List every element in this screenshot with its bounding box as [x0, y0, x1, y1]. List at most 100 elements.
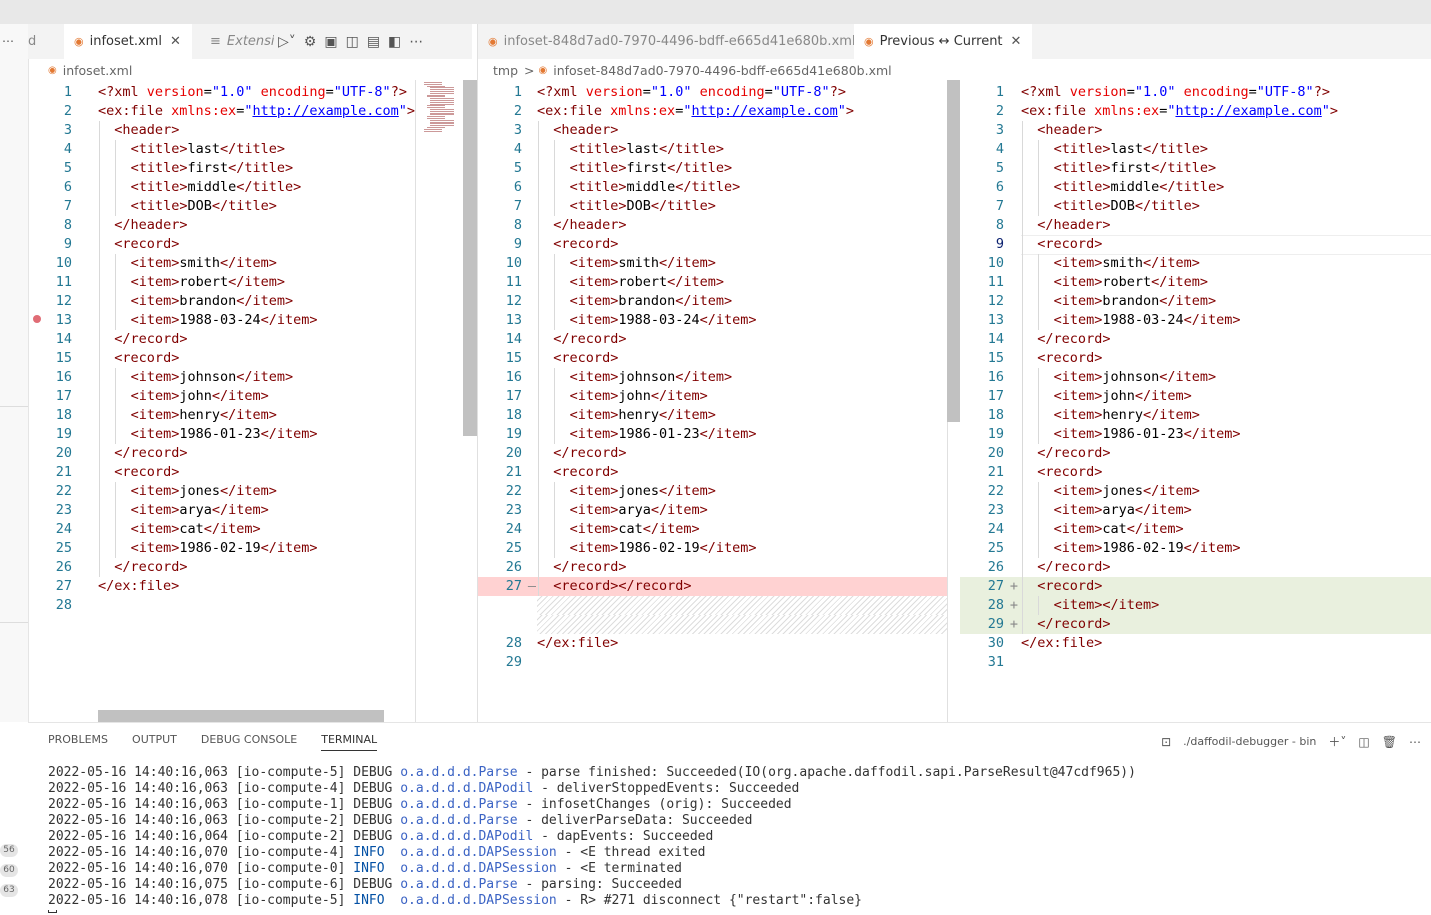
code-line: <item>1986-01-23</item> — [131, 425, 318, 444]
tab-label: Previous ↔ Current — [879, 34, 1003, 49]
code-line: </header> — [114, 216, 187, 235]
log-timestamp: 2022-05-16 14:40:16,063 — [48, 765, 236, 780]
indent-guide — [1038, 254, 1040, 273]
close-tag: </record> — [1037, 445, 1111, 461]
count-badge: 63 — [0, 884, 18, 897]
indent-guide — [538, 463, 539, 482]
line-number: 15 — [55, 350, 72, 366]
indent-guide — [1022, 406, 1023, 425]
code-line: <?xml version="1.0" encoding="UTF-8"?> — [1021, 83, 1330, 102]
minimap[interactable] — [424, 82, 460, 134]
open-tag: <record> — [553, 236, 619, 252]
add-terminal-icon[interactable]: ＋˅ — [1328, 733, 1346, 750]
close-tag: </title> — [1151, 160, 1217, 176]
breadcrumb-file[interactable]: infoset.xml — [63, 63, 133, 78]
indent-guide — [99, 121, 100, 140]
attr-name: version — [146, 84, 204, 100]
indent-guide — [99, 368, 100, 387]
panel-tab[interactable]: PROBLEMS — [48, 733, 108, 751]
panel-tab[interactable]: TERMINAL — [321, 733, 378, 751]
log-thread: [io-compute-0] — [235, 861, 354, 876]
line-number: 1 — [995, 84, 1004, 100]
indent-guide — [99, 197, 100, 216]
line-number: 23 — [987, 502, 1004, 518]
log-message: - <E terminated — [556, 861, 682, 876]
compare-icon[interactable]: ◫ — [346, 34, 359, 50]
close-icon[interactable]: ✕ — [170, 34, 181, 49]
indent-guide — [99, 311, 100, 330]
split-editor-icon[interactable]: ◧ — [388, 34, 401, 50]
panel-tab[interactable]: OUTPUT — [132, 733, 177, 751]
preview-icon[interactable]: ▤ — [367, 34, 380, 50]
line-number: 12 — [55, 293, 72, 309]
namespace-link[interactable]: http://example.com — [1175, 103, 1321, 119]
element-text: henry — [618, 407, 660, 423]
line-number: 18 — [505, 407, 522, 423]
split-terminal-icon[interactable]: ◫ — [1358, 735, 1369, 749]
close-icon[interactable]: ✕ — [1011, 34, 1022, 49]
breadcrumb-file[interactable]: infoset-848d7ad0-7970-4496-bdff-e665d41e… — [553, 63, 891, 78]
title-strip — [0, 0, 1431, 24]
terminal-output[interactable]: 2022-05-16 14:40:16,063 [io-compute-5] D… — [48, 765, 1136, 913]
tab-infoset[interactable]: ◉ infoset.xml ✕ — [64, 24, 192, 59]
breadcrumb: ◉ infoset.xml — [44, 60, 132, 80]
element-text: jones — [618, 483, 660, 499]
namespace-link[interactable]: http://example.com — [691, 103, 837, 119]
token: > — [406, 103, 415, 119]
tab-diff-file[interactable]: ◉ infoset-848d7ad0-7970-4496-bdff-e665d4… — [478, 24, 856, 59]
trash-icon[interactable]: 🗑 — [1382, 735, 1397, 749]
diff-editor-previous[interactable]: 1 <?xml version="1.0" encoding="UTF-8"?> 2… — [478, 80, 947, 710]
run-icon[interactable]: ▷˅ — [278, 34, 296, 50]
line-number: 9 — [995, 236, 1004, 252]
attr-name: xmlns:ex — [171, 103, 237, 119]
vertical-scrollbar[interactable] — [463, 80, 477, 436]
diff-overview-scrollbar[interactable] — [947, 80, 960, 422]
indent-guide — [115, 178, 117, 197]
breadcrumb-folder[interactable]: tmp — [493, 63, 518, 78]
line-number: 14 — [505, 331, 522, 347]
attr-value: "UTF-8" — [333, 84, 391, 100]
code-line: <item></item> — [1054, 596, 1160, 615]
code-line: <item>cat</item> — [1054, 520, 1184, 539]
panel-tab[interactable]: DEBUG CONSOLE — [201, 733, 297, 751]
added-line-highlight — [960, 596, 1431, 615]
log-timestamp: 2022-05-16 14:40:16,070 — [48, 861, 236, 876]
token: " — [1321, 103, 1330, 119]
activity-bar: ⋯ — [0, 24, 29, 722]
line-number: 1 — [513, 84, 522, 100]
line-number: 3 — [995, 122, 1004, 138]
open-changes-icon[interactable]: ▣ — [324, 34, 337, 50]
indent-guide — [538, 577, 539, 596]
close-tag: </title> — [1159, 179, 1225, 195]
breadcrumb-separator: > — [524, 62, 535, 78]
tab-compare[interactable]: ◉ Previous ↔ Current ✕ — [854, 24, 1032, 59]
code-line: <title>last</title> — [570, 140, 724, 159]
log-thread: [io-compute-6] — [235, 877, 354, 892]
close-tag: </ex:file> — [537, 635, 619, 651]
namespace-link[interactable]: http://example.com — [252, 103, 398, 119]
log-level: DEBUG — [353, 813, 401, 828]
code-line: <item>johnson</item> — [570, 368, 733, 387]
line-number: 4 — [995, 141, 1004, 157]
log-message: - <E thread exited — [556, 845, 706, 860]
line-number: 28 — [55, 597, 72, 613]
terminal-name[interactable]: ./daffodil-debugger - bin — [1183, 735, 1316, 748]
added-line-highlight — [960, 615, 1431, 634]
diff-editor-current[interactable]: 1 <?xml version="1.0" encoding="UTF-8"?> 2… — [960, 80, 1431, 710]
more-icon[interactable]: ⋯ — [1409, 735, 1421, 749]
gear-icon[interactable]: ⚙ — [304, 34, 317, 50]
tab-extension[interactable]: ≡ Extensio — [200, 24, 274, 59]
open-tag: <item> — [130, 255, 180, 271]
tab-partial[interactable]: d — [28, 24, 64, 59]
horizontal-scrollbar[interactable] — [98, 710, 384, 722]
attr-value: "UTF-8" — [772, 84, 830, 100]
element-text: johnson — [1102, 369, 1160, 385]
indent-guide — [1022, 159, 1023, 178]
log-thread: [io-compute-2] — [235, 829, 354, 844]
close-tag: </item> — [260, 540, 318, 556]
bottom-panel: PROBLEMS OUTPUT DEBUG CONSOLE TERMINAL ⊡ ./… — [28, 722, 1431, 915]
more-actions-icon[interactable]: ⋯ — [409, 34, 423, 50]
more-icon[interactable]: ⋯ — [2, 34, 14, 48]
element-text: last — [187, 141, 221, 157]
editor-infoset[interactable]: 1 <?xml version="1.0" encoding="UTF-8"?> 2… — [28, 80, 415, 710]
